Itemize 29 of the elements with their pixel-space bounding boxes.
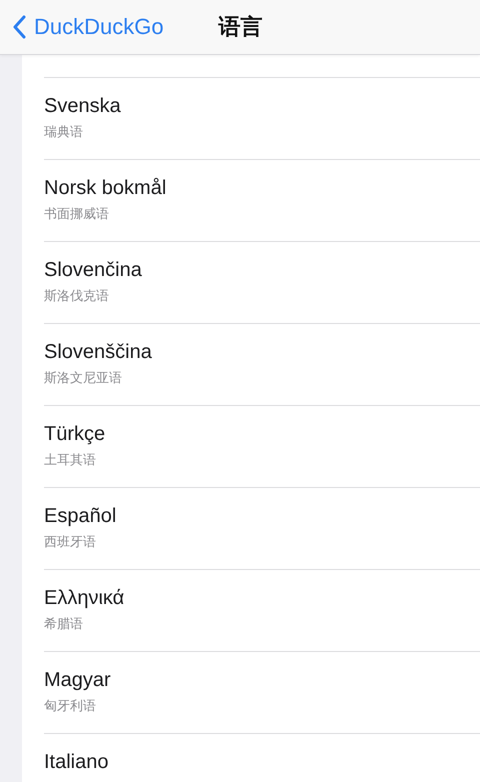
language-translation: 斯洛文尼亚语 <box>44 369 123 387</box>
language-row[interactable]: Slovenščina 斯洛文尼亚语 <box>44 324 480 406</box>
language-translation: 希腊语 <box>44 615 84 633</box>
language-name: Magyar <box>44 668 112 692</box>
language-name: Norsk bokmål <box>44 176 168 200</box>
language-translation: 土耳其语 <box>44 451 97 469</box>
back-button[interactable]: DuckDuckGo <box>0 14 164 40</box>
language-row[interactable]: Magyar 匈牙利语 <box>44 652 480 734</box>
language-translation: 西班牙语 <box>44 533 97 551</box>
language-name: Español <box>44 504 118 528</box>
language-row[interactable]: Italiano <box>44 734 480 782</box>
language-row[interactable]: Svenska 瑞典语 <box>44 78 480 160</box>
language-translation: 瑞典语 <box>44 123 84 141</box>
language-row[interactable]: Español 西班牙语 <box>44 488 480 570</box>
language-name: Ελληνικά <box>44 586 126 610</box>
language-row[interactable]: Slovenčina 斯洛伐克语 <box>44 242 480 324</box>
language-name: Slovenčina <box>44 258 143 282</box>
language-row[interactable]: Ελληνικά 希腊语 <box>44 570 480 652</box>
language-name: Türkçe <box>44 422 106 446</box>
language-name: Svenska <box>44 94 122 118</box>
page-title: 语言 <box>218 13 263 41</box>
back-chevron-icon <box>12 15 26 39</box>
language-name: Slovenščina <box>44 340 153 364</box>
language-name: Italiano <box>44 750 110 774</box>
language-row[interactable]: Norsk bokmål 书面挪威语 <box>44 160 480 242</box>
language-translation: 斯洛伐克语 <box>44 287 110 305</box>
language-row[interactable]: Türkçe 土耳其语 <box>44 406 480 488</box>
language-translation: 书面挪威语 <box>44 205 110 223</box>
language-translation: 匈牙利语 <box>44 697 97 715</box>
